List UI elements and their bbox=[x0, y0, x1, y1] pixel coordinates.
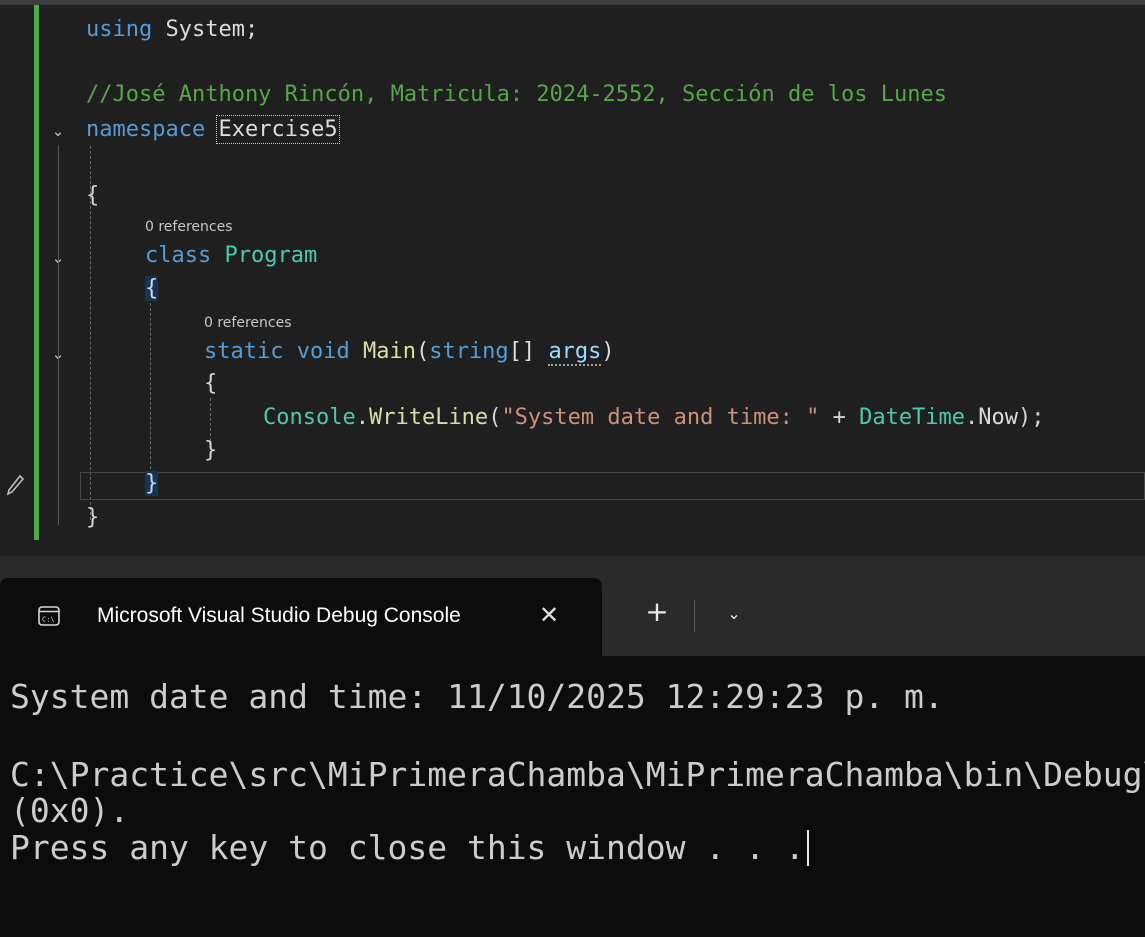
terminal-line-3: C:\Practice\src\MiPrimeraChamba\MiPrimer… bbox=[10, 755, 1145, 794]
keyword-class: class bbox=[145, 243, 212, 268]
brace-highlighted: } bbox=[145, 471, 159, 496]
brace: { bbox=[204, 371, 218, 396]
terminal-line-5: Press any key to close this window . . . bbox=[10, 828, 809, 868]
param-args[interactable]: args bbox=[548, 339, 602, 366]
terminal-line-4: (0x0). bbox=[10, 791, 130, 830]
code-line-brace-open-ns[interactable]: { bbox=[86, 181, 99, 211]
member-dot: . bbox=[355, 405, 369, 430]
namespace-name[interactable]: Exercise5 bbox=[216, 115, 340, 144]
terminal-tab-bar: C:\ Microsoft Visual Studio Debug Consol… bbox=[0, 556, 1145, 656]
plus-operator: + bbox=[819, 405, 860, 430]
editor-top-border bbox=[0, 0, 1145, 5]
code-line-brace-open-class[interactable]: { bbox=[145, 274, 159, 304]
paren-close: ) bbox=[601, 339, 615, 364]
brace: } bbox=[204, 438, 218, 463]
close-icon[interactable]: ✕ bbox=[532, 598, 566, 632]
terminal-output[interactable]: System date and time: 11/10/2025 12:29:2… bbox=[0, 656, 1145, 937]
console-app-icon: C:\ bbox=[38, 606, 60, 626]
keyword-void: void bbox=[296, 339, 350, 364]
code-line-class[interactable]: class Program bbox=[145, 241, 317, 271]
codelens-main-references[interactable]: 0 references bbox=[204, 314, 292, 332]
keyword-namespace: namespace bbox=[86, 117, 206, 142]
text-cursor bbox=[806, 830, 809, 866]
code-line-brace-close-ns[interactable]: } bbox=[86, 503, 99, 533]
keyword-using: using bbox=[86, 17, 153, 42]
code-line-main-signature[interactable]: static void Main(string[] args) bbox=[204, 337, 615, 367]
code-editor[interactable]: ⌄ ⌄ ⌄ using System; //José Anthony Rincó… bbox=[0, 0, 1145, 556]
brace: { bbox=[86, 183, 100, 208]
call-open: ( bbox=[488, 405, 502, 430]
code-line-using[interactable]: using System; bbox=[86, 15, 258, 45]
code-line-writeline[interactable]: Console.WriteLine("System date and time:… bbox=[263, 403, 1045, 433]
pencil-edit-icon bbox=[6, 474, 24, 496]
outline-guide-main bbox=[58, 368, 59, 458]
method-main: Main bbox=[362, 339, 416, 364]
fold-namespace-chevron-icon[interactable]: ⌄ bbox=[50, 123, 66, 139]
code-line-comment[interactable]: //José Anthony Rincón, Matricula: 2024-2… bbox=[86, 80, 947, 110]
keyword-static: static bbox=[204, 339, 284, 364]
code-line-brace-close-main[interactable]: } bbox=[204, 436, 217, 466]
code-line-brace-open-main[interactable]: { bbox=[204, 369, 217, 399]
close-prompt-text: Press any key to close this window . . . bbox=[10, 828, 805, 867]
using-target: System; bbox=[152, 17, 259, 42]
paren-open: ( bbox=[415, 339, 430, 364]
tab-debug-console[interactable]: C:\ Microsoft Visual Studio Debug Consol… bbox=[0, 578, 602, 656]
brace-highlighted: { bbox=[145, 276, 159, 301]
class-name: Program bbox=[224, 243, 318, 268]
call-close: ); bbox=[1018, 405, 1045, 430]
tab-separator bbox=[694, 600, 695, 632]
current-line-highlight bbox=[80, 472, 1145, 500]
new-tab-plus-icon[interactable]: + bbox=[640, 596, 674, 630]
brace: } bbox=[86, 505, 100, 530]
method-writeline: WriteLine bbox=[368, 405, 489, 430]
change-tracking-bar bbox=[34, 5, 39, 540]
tab-title: Microsoft Visual Studio Debug Console bbox=[97, 604, 461, 627]
member-dot: . bbox=[965, 405, 979, 430]
string-literal: "System date and time: " bbox=[501, 405, 820, 430]
comment-text: //José Anthony Rincón, Matricula: 2024-2… bbox=[86, 82, 947, 107]
code-line-brace-close-class[interactable]: } bbox=[145, 469, 159, 499]
keyword-string: string bbox=[429, 339, 509, 364]
property-now: Now bbox=[978, 405, 1019, 430]
array-brackets: [] bbox=[508, 339, 549, 364]
chevron-down-icon[interactable]: ⌄ bbox=[722, 602, 746, 626]
indent-guide-2 bbox=[150, 303, 151, 479]
code-line-namespace[interactable]: namespace Exercise5 bbox=[86, 115, 340, 145]
terminal-line-1: System date and time: 11/10/2025 12:29:2… bbox=[10, 677, 944, 716]
codelens-class-references[interactable]: 0 references bbox=[145, 218, 233, 236]
class-console: Console bbox=[263, 405, 356, 430]
svg-text:C:\: C:\ bbox=[42, 616, 55, 624]
class-datetime: DateTime bbox=[859, 405, 966, 430]
